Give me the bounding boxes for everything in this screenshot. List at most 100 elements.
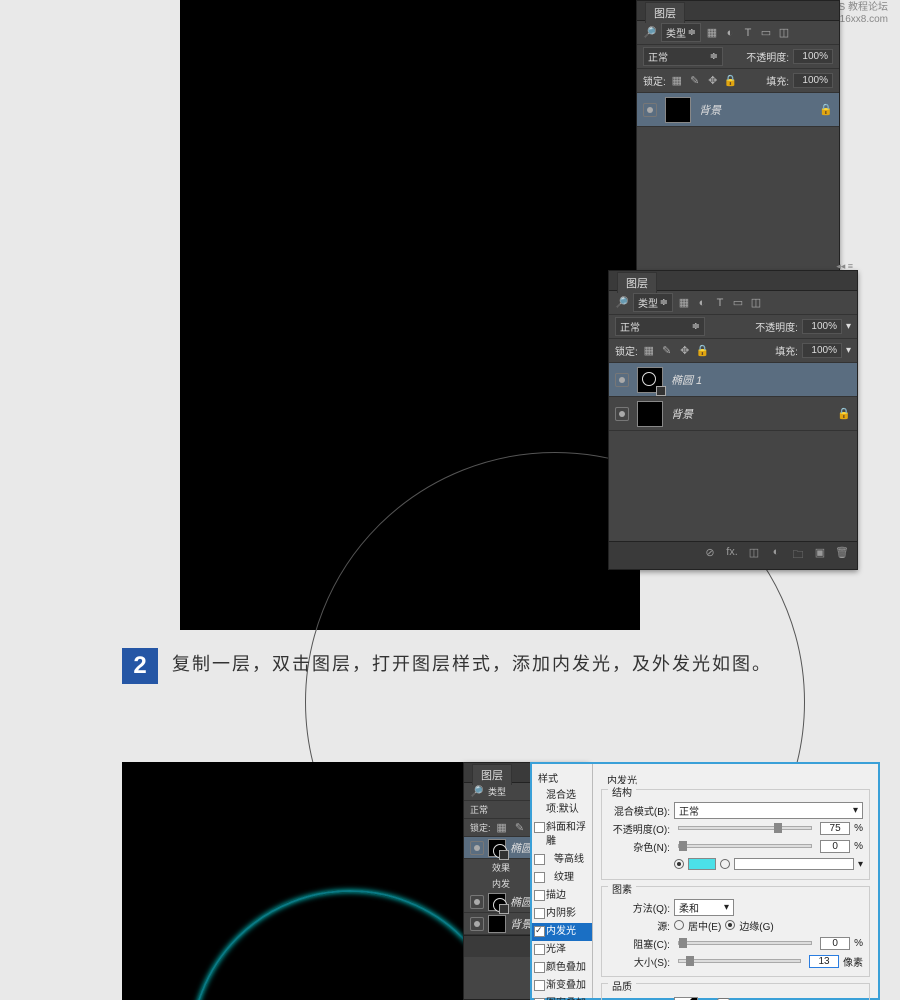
- visibility-toggle[interactable]: [470, 895, 484, 909]
- layer-name[interactable]: 椭圆: [510, 894, 532, 910]
- lock-brush-icon[interactable]: ✎: [688, 74, 702, 88]
- layer-name[interactable]: 椭圆 1: [671, 372, 702, 388]
- blend-options-item[interactable]: 混合选项:默认: [532, 787, 592, 819]
- opacity-value[interactable]: 100%: [793, 49, 833, 64]
- fill-value[interactable]: 100%: [802, 343, 842, 358]
- blend-mode-select[interactable]: 正常≑: [643, 47, 723, 66]
- layer-thumbnail[interactable]: [637, 401, 663, 427]
- choke-slider[interactable]: [678, 941, 812, 945]
- lock-move-icon[interactable]: ✥: [706, 74, 720, 88]
- lock-brush-icon[interactable]: ✎: [660, 344, 674, 358]
- delete-icon[interactable]: 🗑: [833, 546, 851, 565]
- contour-item[interactable]: 等高线: [532, 851, 592, 869]
- layer-thumbnail[interactable]: [488, 839, 506, 857]
- lock-all-icon[interactable]: 🔒: [724, 74, 738, 88]
- fx-icon[interactable]: fx.: [723, 546, 741, 565]
- noise-input[interactable]: 0: [820, 840, 850, 853]
- blend-mode-select[interactable]: 正常≑: [615, 317, 705, 336]
- blend-mode-combo[interactable]: 正常▾: [674, 802, 863, 819]
- link-layers-icon[interactable]: ⊘: [701, 546, 719, 565]
- visibility-toggle[interactable]: [615, 407, 629, 421]
- lock-all-icon[interactable]: 🔒: [696, 344, 710, 358]
- filter-shape-icon[interactable]: ▭: [731, 296, 745, 310]
- lock-move-icon[interactable]: ✥: [678, 344, 692, 358]
- glow-gradient-picker[interactable]: [734, 858, 854, 870]
- new-layer-icon[interactable]: ▣: [811, 546, 829, 565]
- layer-name[interactable]: 背景: [699, 102, 721, 118]
- layer-style-dialog: 样式 混合选项:默认 斜面和浮雕 等高线 纹理 描边 内阴影 内发光 光泽 颜色…: [530, 762, 880, 1000]
- inner-shadow-item[interactable]: 内阴影: [532, 905, 592, 923]
- canvas-area-1[interactable]: [180, 0, 640, 630]
- search-icon[interactable]: 🔎: [470, 785, 484, 799]
- layer-thumbnail[interactable]: [488, 915, 506, 933]
- filter-pixel-icon[interactable]: ▦: [705, 26, 719, 40]
- layer-row-ellipse[interactable]: 椭圆 1: [609, 363, 857, 397]
- filter-shape-icon[interactable]: ▭: [759, 26, 773, 40]
- visibility-toggle[interactable]: [615, 373, 629, 387]
- filter-pixel-icon[interactable]: ▦: [677, 296, 691, 310]
- lock-transparent-icon[interactable]: ▦: [495, 821, 509, 835]
- filter-type-select[interactable]: 类型 ≑: [633, 293, 673, 312]
- visibility-toggle[interactable]: [470, 917, 484, 931]
- filter-adjust-icon[interactable]: ◐: [723, 26, 737, 40]
- color-overlay-item[interactable]: 颜色叠加: [532, 959, 592, 977]
- satin-item[interactable]: 光泽: [532, 941, 592, 959]
- opacity-slider[interactable]: [678, 826, 812, 830]
- layer-row-background[interactable]: 背景 🔒: [637, 93, 839, 127]
- texture-item[interactable]: 纹理: [532, 869, 592, 887]
- opacity-input[interactable]: 75: [820, 822, 850, 835]
- method-combo[interactable]: 柔和▾: [674, 899, 734, 916]
- opacity-label: 不透明度:: [746, 49, 789, 64]
- bevel-item[interactable]: 斜面和浮雕: [532, 819, 592, 851]
- quality-group: 品质 等高线: ▾ 消除锯齿(L) 范围(R): 50 %: [601, 983, 870, 1000]
- visibility-toggle[interactable]: [470, 841, 484, 855]
- opacity-value[interactable]: 100%: [802, 319, 842, 334]
- search-icon[interactable]: 🔎: [615, 296, 629, 310]
- adjustment-icon[interactable]: ◐: [767, 546, 785, 565]
- layers-tab[interactable]: 图层: [617, 272, 657, 293]
- glow-color-swatch[interactable]: [688, 858, 716, 870]
- step-2: 2 复制一层，双击图层，打开图层样式，添加内发光，及外发光如图。: [122, 648, 822, 684]
- size-slider[interactable]: [678, 959, 801, 963]
- layers-empty-area[interactable]: [609, 431, 857, 541]
- filter-type-select[interactable]: 类型 ≑: [661, 23, 701, 42]
- color-radio[interactable]: [674, 859, 684, 869]
- source-edge-radio[interactable]: [725, 920, 735, 930]
- gradient-radio[interactable]: [720, 859, 730, 869]
- fill-value[interactable]: 100%: [793, 73, 833, 88]
- noise-slider[interactable]: [678, 844, 812, 848]
- lock-icon: 🔒: [837, 407, 851, 420]
- collapse-icon[interactable]: ◂◂ ≡: [836, 261, 853, 272]
- filter-type-icon[interactable]: T: [713, 296, 727, 310]
- gradient-overlay-item[interactable]: 渐变叠加: [532, 977, 592, 995]
- filter-type-icon[interactable]: T: [741, 26, 755, 40]
- filter-smart-icon[interactable]: ◫: [749, 296, 763, 310]
- layers-tab[interactable]: 图层: [645, 2, 685, 23]
- filter-label: 类型: [488, 785, 506, 798]
- lock-transparent-icon[interactable]: ▦: [642, 344, 656, 358]
- layer-name[interactable]: 背景: [510, 916, 532, 932]
- canvas-area-2[interactable]: [122, 762, 472, 1000]
- size-input[interactable]: 13: [809, 955, 839, 968]
- layer-name[interactable]: 背景: [671, 406, 693, 422]
- layer-thumbnail[interactable]: [488, 893, 506, 911]
- layer-thumbnail[interactable]: [637, 367, 663, 393]
- choke-input[interactable]: 0: [820, 937, 850, 950]
- blend-mode[interactable]: 正常: [470, 803, 488, 816]
- layers-tab[interactable]: 图层: [472, 764, 512, 785]
- layer-row-background[interactable]: 背景 🔒: [609, 397, 857, 431]
- layer-thumbnail[interactable]: [665, 97, 691, 123]
- lock-brush-icon[interactable]: ✎: [513, 821, 527, 835]
- inner-glow-item[interactable]: 内发光: [532, 923, 592, 941]
- pattern-overlay-item[interactable]: 图案叠加: [532, 995, 592, 1000]
- visibility-toggle[interactable]: [643, 103, 657, 117]
- source-center-radio[interactable]: [674, 920, 684, 930]
- stroke-item[interactable]: 描边: [532, 887, 592, 905]
- mask-icon[interactable]: ◫: [745, 546, 763, 565]
- search-icon[interactable]: 🔎: [643, 26, 657, 40]
- filter-smart-icon[interactable]: ◫: [777, 26, 791, 40]
- group-icon[interactable]: 🗀: [789, 546, 807, 565]
- lock-transparent-icon[interactable]: ▦: [670, 74, 684, 88]
- filter-adjust-icon[interactable]: ◐: [695, 296, 709, 310]
- layer-name[interactable]: 椭圆: [510, 840, 532, 856]
